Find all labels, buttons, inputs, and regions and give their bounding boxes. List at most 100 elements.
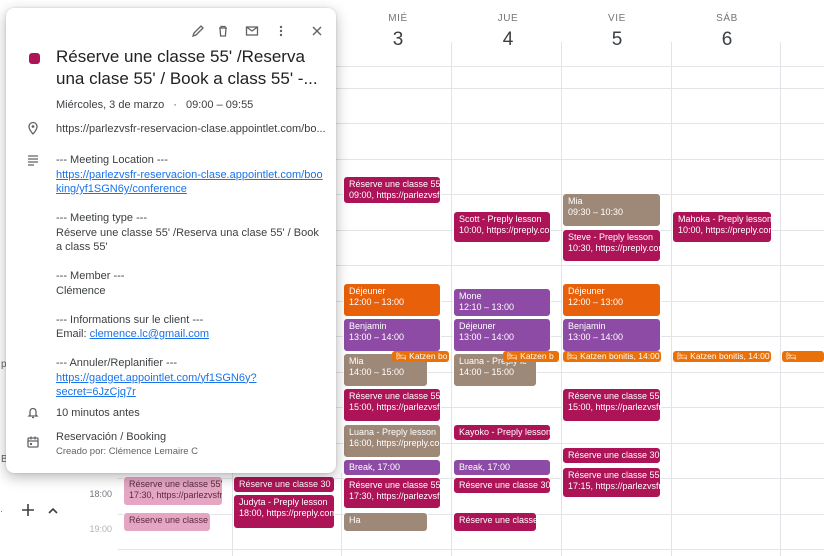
- event-break-wed[interactable]: Break, 17:00: [343, 459, 441, 476]
- day-header-sat[interactable]: SÁB 6: [672, 0, 782, 51]
- sidebar-partial-dot: ·: [0, 506, 3, 516]
- event-ha-wed[interactable]: Ha: [343, 512, 428, 532]
- reschedule-link[interactable]: https://gadget.appointlet.com/yf1SGN6y?s…: [56, 371, 261, 400]
- event-luana-wed[interactable]: Luana - Preply lesson 16:00, https://pre…: [343, 424, 441, 458]
- member-header: --- Member ---: [56, 270, 125, 282]
- event-reserve-30-fri[interactable]: Réserve une classe 30: [562, 447, 661, 464]
- calendar-name: Reservación / Booking: [56, 431, 167, 443]
- event-title: Réserve une classe 55': [568, 391, 661, 401]
- day-number[interactable]: 5: [562, 29, 672, 51]
- day-number[interactable]: 4: [453, 29, 563, 51]
- event-subtitle: 14:00 – 15:00: [459, 367, 515, 377]
- client-email-row: Email: clemence.lc@gmail.com: [56, 327, 328, 342]
- day-header-fri[interactable]: VIE 5: [562, 0, 672, 51]
- event-dejeuner-fri[interactable]: Déjeuner 12:00 – 13:00: [562, 283, 661, 317]
- event-steve-fri[interactable]: Steve - Preply lesson 10:30, https://pre…: [562, 229, 661, 262]
- add-icon[interactable]: [20, 502, 36, 518]
- event-title: Break, 17:00: [349, 462, 401, 472]
- event-reserve-0900-wed[interactable]: Réserve une classe 55' 09:00, https://pa…: [343, 176, 441, 204]
- event-dejeuner-thu[interactable]: Déjeuner 13:00 – 14:00: [453, 318, 551, 352]
- event-chip-katzen-sun[interactable]: 🛏: [782, 351, 824, 362]
- event-title: Réserve une classe 30: [239, 479, 331, 489]
- event-date: Miércoles, 3 de marzo: [56, 99, 165, 111]
- email-label: Email:: [56, 328, 87, 340]
- event-mone-thu[interactable]: Mone 12:10 – 13:00: [453, 288, 551, 317]
- bell-icon: [26, 405, 40, 419]
- event-reserve-30-thu[interactable]: Réserve une classe 30: [453, 477, 551, 494]
- event-subtitle: 09:30 – 10:30: [568, 207, 624, 217]
- event-title: Réserve une classe 30: [459, 480, 551, 490]
- event-scott-thu[interactable]: Scott - Preply lesson 10:00, https://pre…: [453, 211, 551, 243]
- more-vert-icon[interactable]: [270, 20, 292, 42]
- event-kayoko-thu[interactable]: Kayoko - Preply lesson,: [453, 424, 551, 441]
- meeting-link[interactable]: https://parlezvsfr-reservacion-clase.app…: [56, 169, 323, 196]
- reschedule-header: --- Annuler/Replanifier ---: [56, 357, 178, 369]
- event-location[interactable]: https://parlezvsfr-reservacion-clase.app…: [56, 122, 328, 137]
- event-reserve-thu-bottom[interactable]: Réserve une classe: [453, 512, 537, 532]
- event-time: 09:00 – 09:55: [186, 99, 254, 111]
- event-reserve-mon-bottom[interactable]: Réserve une classe: [123, 512, 211, 532]
- chevron-up-icon[interactable]: [45, 503, 61, 519]
- event-description: --- Meeting Location --- https://parlezv…: [56, 153, 328, 400]
- event-subtitle: 13:00 – 14:00: [568, 332, 624, 342]
- delete-icon[interactable]: [212, 20, 234, 42]
- grid-line: [118, 549, 824, 550]
- event-subtitle: 13:00 – 14:00: [459, 332, 515, 342]
- event-reserve-1500-wed[interactable]: Réserve une classe 55' 15:00, https://pa…: [343, 388, 441, 422]
- calendar-icon: [26, 435, 40, 449]
- event-subtitle: 12:00 – 13:00: [568, 297, 624, 307]
- event-subtitle: 18:00, https://preply.com: [239, 508, 335, 518]
- event-chip-katzen-fri[interactable]: 🛏 Katzen bonitis, 14:00: [563, 351, 661, 362]
- event-title: Réserve une classe 55': [568, 470, 661, 480]
- event-creator: Creado por: Clémence Lemaire C: [56, 445, 199, 457]
- event-chip-katzen-wed[interactable]: 🛏 Katzen bo: [392, 351, 449, 362]
- event-dejeuner-wed[interactable]: Déjeuner 12:00 – 13:00: [343, 283, 441, 317]
- member-name: Clémence: [56, 284, 106, 297]
- day-name: JUE: [497, 13, 519, 24]
- event-title: Ha: [349, 515, 361, 525]
- event-break-thu[interactable]: Break, 17:00: [453, 459, 551, 476]
- grid-column-divider: [451, 42, 452, 556]
- event-chip-katzen-thu[interactable]: 🛏 Katzen b: [503, 351, 559, 362]
- event-title: Mone: [459, 291, 482, 301]
- event-subtitle: 09:00, https://parlezvsfr: [349, 190, 441, 200]
- email-icon[interactable]: [241, 20, 263, 42]
- day-number[interactable]: 6: [672, 29, 782, 51]
- event-reserve-1715-fri[interactable]: Réserve une classe 55' 17:15, https://pa…: [562, 467, 661, 498]
- meeting-location-header: --- Meeting Location ---: [56, 154, 168, 166]
- event-judyta-tue[interactable]: Judyta - Preply lesson 18:00, https://pr…: [233, 494, 335, 529]
- event-mahoka-sat[interactable]: Mahoka - Preply lesson 10:00, https://pr…: [672, 211, 772, 243]
- event-subtitle: 15:00, https://parlezvsfr: [349, 402, 441, 412]
- event-benjamin-wed[interactable]: Benjamin 13:00 – 14:00: [343, 318, 441, 352]
- event-reserve-1730-wed[interactable]: Réserve une classe 55' 17:30, https://pa…: [343, 477, 441, 509]
- day-number[interactable]: 3: [343, 29, 453, 51]
- event-title: Réserve une classe: [129, 515, 209, 525]
- notes-icon: [26, 153, 40, 167]
- client-email-link[interactable]: clemence.lc@gmail.com: [90, 328, 209, 340]
- time-label: 19:00: [89, 524, 112, 534]
- event-reserve-1500-fri[interactable]: Réserve une classe 55' 15:00, https://pa…: [562, 388, 661, 422]
- event-title: Luana - Preply lesson: [349, 427, 437, 437]
- event-title: Benjamin: [349, 321, 387, 331]
- event-subtitle: 15:00, https://parlezvsfr: [568, 402, 661, 412]
- edit-icon[interactable]: [187, 20, 209, 42]
- event-subtitle: 13:00 – 14:00: [349, 332, 405, 342]
- event-reserve-30-tue[interactable]: Réserve une classe 30: [233, 476, 335, 493]
- event-reserve-1730-mon[interactable]: Réserve une classe 55' 17:30, https://pa…: [123, 476, 223, 506]
- event-subtitle: 10:30, https://preply.com: [568, 243, 661, 253]
- close-icon[interactable]: [306, 20, 328, 42]
- event-reminder: 10 minutos antes: [56, 407, 140, 419]
- event-benjamin-fri[interactable]: Benjamin 13:00 – 14:00: [562, 318, 661, 352]
- event-title: Déjeuner: [349, 286, 386, 296]
- separator-dot: ·: [173, 99, 177, 111]
- event-subtitle: 10:00, https://preply.com: [678, 225, 772, 235]
- event-chip-katzen-sat[interactable]: 🛏 Katzen bonitis, 14:00: [673, 351, 771, 362]
- client-info-header: --- Informations sur le client ---: [56, 313, 204, 326]
- event-mia-fri[interactable]: Mia 09:30 – 10:30: [562, 193, 661, 227]
- event-title: Réserve une classe 30: [568, 450, 660, 460]
- day-header-wed[interactable]: MIÉ 3: [343, 0, 453, 51]
- day-header-thu[interactable]: JUE 4: [453, 0, 563, 51]
- grid-column-divider: [341, 473, 342, 556]
- event-title: Déjeuner: [459, 321, 496, 331]
- event-title: Déjeuner: [568, 286, 605, 296]
